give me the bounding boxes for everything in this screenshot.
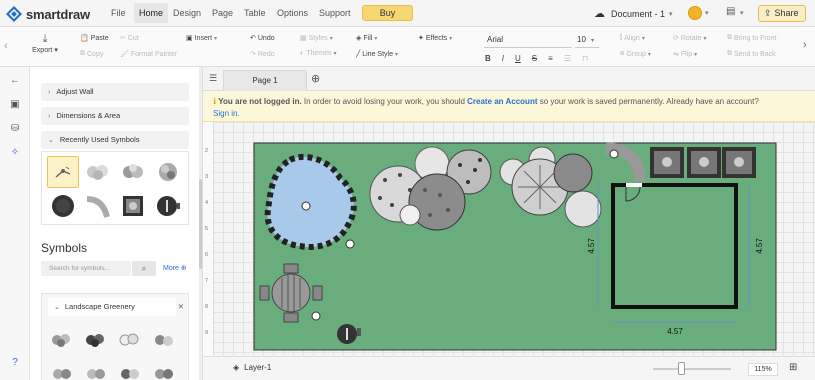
zoom-slider-handle[interactable] <box>678 362 685 375</box>
status-bar: ◈ Layer-1 115% ⊞ <box>203 356 815 380</box>
layers-icon: ◈ <box>233 363 240 372</box>
info-marker-icon[interactable] <box>609 149 619 159</box>
dimension-right[interactable]: 4.57 <box>755 238 764 254</box>
layer-name: Layer-1 <box>244 363 272 372</box>
map-view-icon[interactable]: ⊞ <box>789 362 797 373</box>
pond-handle-icon[interactable] <box>301 201 311 211</box>
landscape-drawing: 4.57 4.57 4.57 <box>253 142 777 351</box>
zoom-slider[interactable] <box>653 368 731 370</box>
info-marker-icon[interactable] <box>311 311 321 321</box>
dimension-bottom[interactable]: 4.57 <box>667 327 683 336</box>
zoom-level[interactable]: 115% <box>748 363 778 376</box>
planter-boxes[interactable] <box>650 147 756 178</box>
dimension-left[interactable]: 4.57 <box>587 238 596 254</box>
layer-selector[interactable]: ◈ Layer-1 <box>233 363 271 372</box>
info-marker-icon[interactable] <box>345 239 355 249</box>
